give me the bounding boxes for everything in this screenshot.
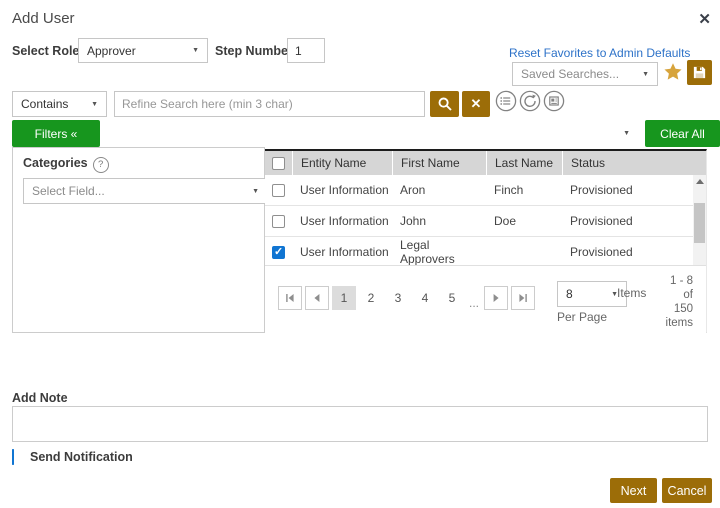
- search-button[interactable]: [430, 91, 459, 117]
- scroll-up-icon[interactable]: [696, 179, 704, 184]
- vertical-scrollbar[interactable]: [693, 175, 706, 265]
- page-button-3[interactable]: 3: [386, 286, 410, 310]
- categories-label: Categories?: [23, 156, 109, 173]
- cell-entity-name: User Information: [292, 214, 392, 228]
- table-row[interactable]: User Information John Doe Provisioned: [265, 206, 706, 237]
- add-note-label: Add Note: [12, 391, 68, 405]
- search-operator-dropdown[interactable]: Contains ▼: [12, 91, 107, 117]
- details-card-icon[interactable]: [543, 90, 565, 112]
- cell-last-name: Doe: [486, 214, 562, 228]
- filter-combobox[interactable]: ▼: [100, 120, 640, 147]
- column-header-entity-name[interactable]: Entity Name: [292, 151, 392, 175]
- clear-search-button[interactable]: ✕: [462, 91, 490, 117]
- save-icon: [692, 65, 707, 80]
- prev-page-icon: [312, 293, 322, 303]
- table-header-row: Entity Name First Name Last Name Status: [265, 151, 706, 175]
- search-icon: [437, 96, 453, 112]
- cell-status: Provisioned: [562, 214, 706, 228]
- column-header-status[interactable]: Status: [562, 151, 706, 175]
- first-page-button[interactable]: [278, 286, 302, 310]
- range-line: 150: [666, 302, 693, 316]
- range-line: of: [666, 288, 693, 302]
- add-user-dialog: Add User ✕ Select Role* Approver ▼ Step …: [0, 0, 720, 508]
- page-button-5[interactable]: 5: [440, 286, 464, 310]
- items-range: 1 - 8 of 150 items: [666, 274, 693, 330]
- step-number-field[interactable]: [287, 38, 325, 63]
- row-checkbox[interactable]: [272, 184, 285, 197]
- close-icon[interactable]: ✕: [698, 12, 711, 27]
- range-line: items: [666, 316, 693, 330]
- cell-last-name: Finch: [486, 183, 562, 197]
- table-row[interactable]: User Information Aron Finch Provisioned: [265, 175, 706, 206]
- page-size-value: 8: [566, 287, 573, 301]
- last-page-icon: [518, 293, 528, 303]
- categories-label-text: Categories: [23, 156, 88, 170]
- save-search-button[interactable]: [687, 60, 712, 85]
- row-checkbox[interactable]: [272, 215, 285, 228]
- page-button-2[interactable]: 2: [359, 286, 383, 310]
- reset-favorites-link[interactable]: Reset Favorites to Admin Defaults: [509, 46, 690, 60]
- column-header-first-name[interactable]: First Name: [392, 151, 486, 175]
- next-button[interactable]: Next: [610, 478, 657, 503]
- chevron-down-icon: ▼: [91, 101, 98, 108]
- chevron-down-icon: ▼: [642, 71, 649, 78]
- select-field-dropdown[interactable]: Select Field... ▼: [23, 178, 268, 204]
- send-notification-label: Send Notification: [30, 450, 133, 464]
- last-page-button[interactable]: [511, 286, 535, 310]
- chevron-down-icon: ▼: [623, 130, 630, 137]
- list-view-icon[interactable]: [495, 90, 517, 112]
- page-button-4[interactable]: 4: [413, 286, 437, 310]
- clear-search-icon: ✕: [471, 96, 482, 112]
- chevron-down-icon: ▼: [252, 188, 259, 195]
- categories-panel: Categories? Select Field... ▼: [12, 147, 265, 333]
- select-all-checkbox[interactable]: [272, 157, 285, 170]
- saved-searches-placeholder: Saved Searches...: [521, 67, 619, 81]
- saved-searches-dropdown[interactable]: Saved Searches... ▼: [512, 62, 658, 86]
- per-page-label: Per Page: [557, 310, 607, 324]
- row-checkbox[interactable]: [272, 246, 285, 259]
- role-dropdown[interactable]: Approver ▼: [78, 38, 208, 63]
- step-number-label-text: Step Number: [215, 44, 293, 58]
- cell-entity-name: User Information: [292, 245, 392, 259]
- send-notification-checkbox[interactable]: [12, 449, 14, 465]
- select-role-label: Select Role*: [12, 44, 87, 58]
- table-row[interactable]: User Information Legal Approvers Provisi…: [265, 237, 706, 268]
- note-textarea[interactable]: [12, 406, 708, 442]
- clear-all-button[interactable]: Clear All: [645, 120, 720, 147]
- filters-toggle-button[interactable]: Filters «: [12, 120, 100, 147]
- chevron-down-icon: ▼: [192, 47, 199, 54]
- cell-first-name: Aron: [392, 183, 486, 197]
- next-page-button[interactable]: [484, 286, 508, 310]
- role-dropdown-value: Approver: [87, 44, 136, 58]
- cell-status: Provisioned: [562, 245, 706, 259]
- favorite-star-icon[interactable]: [662, 61, 684, 86]
- cell-first-name: John: [392, 214, 486, 228]
- filters-toggle-label: Filters «: [35, 127, 78, 141]
- page-ellipsis: ...: [467, 296, 481, 310]
- cell-entity-name: User Information: [292, 183, 392, 197]
- results-grid: Entity Name First Name Last Name Status …: [265, 149, 707, 333]
- prev-page-button[interactable]: [305, 286, 329, 310]
- search-input[interactable]: [114, 91, 425, 117]
- select-role-label-text: Select Role: [12, 44, 79, 58]
- help-icon[interactable]: ?: [93, 157, 109, 173]
- clear-all-label: Clear All: [660, 127, 705, 141]
- search-operator-value: Contains: [21, 97, 68, 111]
- pager: 1 2 3 4 5 ... 8 ▼ Per Page Items 1 - 8: [265, 265, 706, 335]
- first-page-icon: [285, 293, 295, 303]
- scrollbar-thumb[interactable]: [694, 203, 705, 243]
- select-field-placeholder: Select Field...: [32, 184, 105, 198]
- cell-first-name: Legal Approvers: [392, 238, 486, 266]
- range-line: 1 - 8: [666, 274, 693, 288]
- next-page-icon: [491, 293, 501, 303]
- refresh-icon[interactable]: [519, 90, 541, 112]
- cell-status: Provisioned: [562, 183, 706, 197]
- cancel-button[interactable]: Cancel: [662, 478, 712, 503]
- page-title: Add User: [12, 10, 75, 27]
- items-label: Items: [617, 286, 646, 300]
- column-header-last-name[interactable]: Last Name: [486, 151, 562, 175]
- page-button-1[interactable]: 1: [332, 286, 356, 310]
